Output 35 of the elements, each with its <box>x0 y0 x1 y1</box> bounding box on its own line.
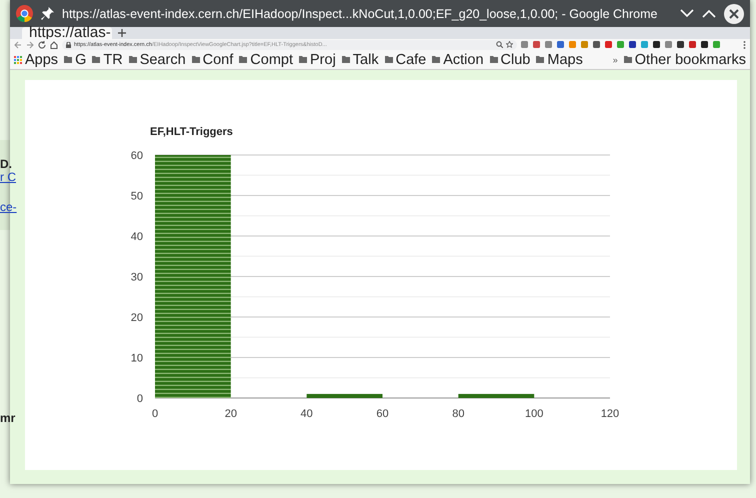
overflow-chevron[interactable]: » <box>612 54 618 64</box>
y-tick-label: 20 <box>130 312 143 324</box>
y-tick-label: 10 <box>130 352 143 364</box>
y-tick-label: 40 <box>130 231 143 243</box>
x-tick-label: 20 <box>224 408 237 420</box>
x-tick-label: 120 <box>600 408 620 420</box>
page-text: D. <box>0 157 12 171</box>
y-tick-label: 60 <box>130 150 143 162</box>
y-tick-label: 30 <box>130 272 143 284</box>
bookmark-link[interactable]: Maps <box>547 52 583 68</box>
browser-tab[interactable]: https://atlas- <box>22 27 112 40</box>
x-tick-label: 100 <box>524 408 544 420</box>
chart-title: EF,HLT-Triggers <box>150 126 233 138</box>
page-link[interactable]: ce- <box>0 200 17 214</box>
bookmark-link[interactable]: TR <box>103 52 123 68</box>
bookmark-link[interactable]: Conf <box>202 52 234 68</box>
bookmark-link[interactable]: Cafe <box>396 52 426 68</box>
page-link[interactable]: r C <box>0 170 16 184</box>
page-text: mr <box>0 411 16 425</box>
bookmark-link[interactable]: Other bookmarks <box>634 52 746 68</box>
x-tick-label: 80 <box>452 408 464 420</box>
bookmark-link[interactable]: Search <box>140 52 186 68</box>
bookmark-link[interactable]: Apps <box>25 52 58 68</box>
x-tick-label: 40 <box>300 408 313 420</box>
bookmark-link[interactable]: Action <box>443 52 484 68</box>
x-tick-label: 0 <box>152 408 158 420</box>
bookmark-link[interactable]: Talk <box>352 52 379 68</box>
window-title: https://atlas-event-index.cern.ch/EIHadoop/Inspect...kNoCut,1,0.00;EF_g20_loose,1,0.00; - Google Chrome <box>62 6 658 21</box>
y-tick-label: 50 <box>130 190 143 202</box>
bookmark-link[interactable]: Proj <box>310 52 336 68</box>
bookmark-link[interactable]: Club <box>500 52 530 68</box>
y-tick-label: 0 <box>136 393 143 405</box>
bookmark-link[interactable]: Compt <box>250 52 293 68</box>
bookmark-link[interactable]: G <box>75 52 86 68</box>
x-tick-label: 60 <box>376 408 389 420</box>
